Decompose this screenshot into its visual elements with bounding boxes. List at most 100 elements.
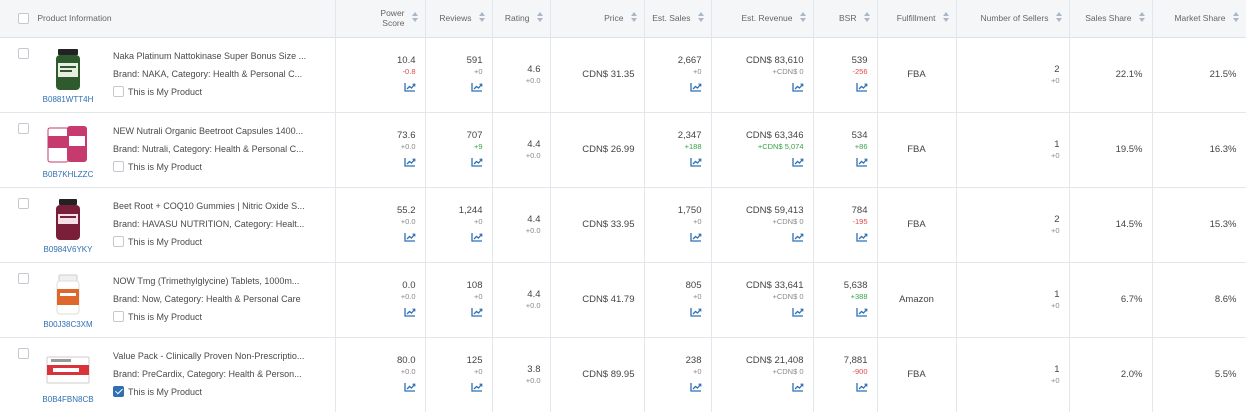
- sort-icon[interactable]: [536, 12, 543, 24]
- col-fulfillment[interactable]: Fulfillment: [877, 0, 957, 38]
- market-share-value: 5.5%: [1214, 369, 1237, 380]
- trend-chart-icon[interactable]: [403, 157, 416, 167]
- my-product-toggle[interactable]: This is My Product: [113, 310, 202, 322]
- trend-chart-icon[interactable]: [791, 82, 804, 92]
- my-product-toggle[interactable]: This is My Product: [113, 160, 202, 172]
- est-revenue-value: CDN$ 21,408: [745, 354, 804, 366]
- my-product-checkbox[interactable]: [113, 235, 124, 247]
- col-market-share[interactable]: Market Share: [1152, 0, 1246, 38]
- trend-chart-icon[interactable]: [403, 232, 416, 242]
- rating-delta: +0.0: [525, 75, 541, 85]
- fulfillment-value: FBA: [907, 369, 926, 380]
- bsr-cell: 539 -256: [813, 37, 878, 112]
- row-select-checkbox[interactable]: [18, 197, 29, 209]
- sellers-delta: +0: [1050, 225, 1060, 235]
- product-title[interactable]: NEW Nutrali Organic Beetroot Capsules 14…: [113, 126, 323, 136]
- trend-chart-icon[interactable]: [855, 307, 868, 317]
- asin-link[interactable]: B0B7KHLZZC: [30, 170, 106, 179]
- sort-icon[interactable]: [1232, 12, 1239, 24]
- price-value: CDN$ 89.95: [582, 369, 635, 380]
- trend-chart-icon[interactable]: [689, 157, 702, 167]
- trend-chart-icon[interactable]: [403, 82, 416, 92]
- trend-chart-icon[interactable]: [470, 382, 483, 392]
- table-row[interactable]: B0984V6YKY Beet Root + COQ10 Gummies | N…: [0, 187, 1246, 262]
- price-value: CDN$ 31.35: [582, 69, 635, 80]
- col-product-info-label: Product Information: [37, 12, 112, 23]
- trend-chart-icon[interactable]: [470, 307, 483, 317]
- table-row[interactable]: B0881WTT4H Naka Platinum Nattokinase Sup…: [0, 37, 1246, 112]
- col-bsr[interactable]: BSR: [813, 0, 878, 38]
- asin-link[interactable]: B0984V6YKY: [30, 245, 106, 254]
- col-reviews[interactable]: Reviews: [425, 0, 493, 38]
- product-thumbnail[interactable]: [45, 347, 91, 393]
- my-product-toggle[interactable]: This is My Product: [113, 235, 202, 247]
- trend-chart-icon[interactable]: [689, 232, 702, 242]
- sort-icon[interactable]: [630, 12, 637, 24]
- select-all-checkbox[interactable]: [18, 12, 29, 24]
- sort-icon[interactable]: [478, 12, 485, 24]
- sort-icon[interactable]: [942, 12, 949, 24]
- my-product-toggle[interactable]: This is My Product: [113, 85, 202, 97]
- trend-chart-icon[interactable]: [689, 82, 702, 92]
- table-row[interactable]: B0B4FBN8CB Value Pack - Clinically Prove…: [0, 337, 1246, 412]
- trend-chart-icon[interactable]: [855, 157, 868, 167]
- my-product-checkbox[interactable]: [113, 85, 124, 97]
- my-product-checkbox[interactable]: [113, 310, 124, 322]
- sales-share-value: 6.7%: [1120, 294, 1143, 305]
- trend-chart-icon[interactable]: [855, 382, 868, 392]
- sort-icon[interactable]: [697, 12, 704, 24]
- sort-icon[interactable]: [799, 12, 806, 24]
- row-select-checkbox[interactable]: [18, 272, 29, 284]
- col-rating[interactable]: Rating: [492, 0, 551, 38]
- my-product-toggle[interactable]: This is My Product: [113, 385, 202, 397]
- col-power-score[interactable]: Power Score: [335, 0, 426, 38]
- product-title[interactable]: Naka Platinum Nattokinase Super Bonus Si…: [113, 51, 323, 61]
- product-thumbnail[interactable]: [45, 122, 91, 168]
- est-revenue-cell: CDN$ 63,346 +CDN$ 5,074: [711, 112, 814, 187]
- trend-chart-icon[interactable]: [403, 382, 416, 392]
- sales-share-cell: 6.7%: [1069, 262, 1153, 337]
- product-title[interactable]: Value Pack - Clinically Proven Non-Presc…: [113, 351, 323, 361]
- table-row[interactable]: B0B7KHLZZC NEW Nutrali Organic Beetroot …: [0, 112, 1246, 187]
- col-est-revenue[interactable]: Est. Revenue: [711, 0, 814, 38]
- trend-chart-icon[interactable]: [470, 157, 483, 167]
- row-select-checkbox[interactable]: [18, 47, 29, 59]
- trend-chart-icon[interactable]: [470, 232, 483, 242]
- trend-chart-icon[interactable]: [403, 307, 416, 317]
- row-select-checkbox[interactable]: [18, 122, 29, 134]
- product-thumbnail[interactable]: [45, 47, 91, 93]
- trend-chart-icon[interactable]: [855, 232, 868, 242]
- asin-link[interactable]: B0B4FBN8CB: [30, 395, 106, 404]
- col-product-info[interactable]: Product Information: [0, 0, 336, 38]
- asin-link[interactable]: B00J38C3XM: [30, 320, 106, 329]
- trend-chart-icon[interactable]: [791, 382, 804, 392]
- product-title[interactable]: NOW Tmg (Trimethylglycine) Tablets, 1000…: [113, 276, 323, 286]
- trend-chart-icon[interactable]: [791, 232, 804, 242]
- bsr-cell: 534 +86: [813, 112, 878, 187]
- trend-chart-icon[interactable]: [791, 157, 804, 167]
- sort-icon[interactable]: [1138, 12, 1145, 24]
- asin-link[interactable]: B0881WTT4H: [30, 95, 106, 104]
- product-thumbnail[interactable]: [45, 197, 91, 243]
- col-sales-share[interactable]: Sales Share: [1069, 0, 1153, 38]
- col-price[interactable]: Price: [550, 0, 645, 38]
- trend-chart-icon[interactable]: [791, 307, 804, 317]
- sort-icon[interactable]: [411, 12, 418, 24]
- est-revenue-value: CDN$ 83,610: [745, 54, 804, 66]
- market-share-cell: 16.3%: [1152, 112, 1246, 187]
- product-title[interactable]: Beet Root + COQ10 Gummies | Nitric Oxide…: [113, 201, 323, 211]
- sort-icon[interactable]: [863, 12, 870, 24]
- trend-chart-icon[interactable]: [689, 382, 702, 392]
- trend-chart-icon[interactable]: [470, 82, 483, 92]
- trend-chart-icon[interactable]: [855, 82, 868, 92]
- row-select-checkbox[interactable]: [18, 347, 29, 359]
- table-row[interactable]: B00J38C3XM NOW Tmg (Trimethylglycine) Ta…: [0, 262, 1246, 337]
- col-sellers[interactable]: Number of Sellers: [956, 0, 1070, 38]
- trend-chart-icon[interactable]: [689, 307, 702, 317]
- my-product-checkbox[interactable]: [113, 160, 124, 172]
- my-product-checkbox[interactable]: [113, 385, 124, 397]
- sort-icon[interactable]: [1055, 12, 1062, 24]
- sellers-cell: 2 +0: [956, 187, 1070, 262]
- col-est-sales[interactable]: Est. Sales: [644, 0, 712, 38]
- product-thumbnail[interactable]: [45, 272, 91, 318]
